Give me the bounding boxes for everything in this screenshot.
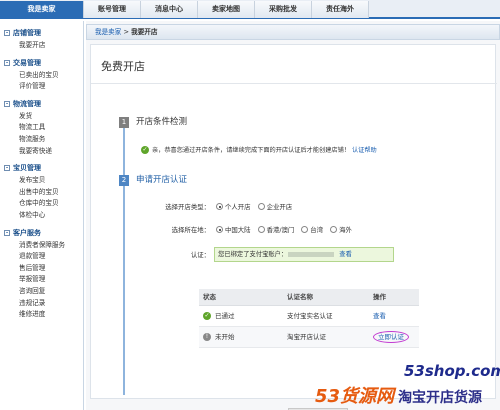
tab-wholesale[interactable]: 采购批发 <box>255 1 312 18</box>
step-1-title: 开店条件检测 <box>136 117 188 127</box>
breadcrumb: 我是卖家 > 我要开店 <box>86 24 500 40</box>
sidebar-item-logistics-service[interactable]: 物流服务 <box>0 134 83 146</box>
top-nav: 我是卖家 账号管理 消息中心 卖家地图 采购批发 责任海外 <box>0 0 500 19</box>
radio-mainland[interactable] <box>216 226 223 233</box>
tab-overseas[interactable]: 责任海外 <box>312 1 369 18</box>
sidebar-section-title[interactable]: - 店铺管理 <box>4 27 83 39</box>
shop-type-row: 选择开店类型： 个人开店 企业开店 <box>131 202 296 211</box>
option-taiwan[interactable]: 台湾 <box>310 225 323 234</box>
page-title: 免费开店 <box>101 60 145 73</box>
sidebar-section-shop: - 店铺管理 我要开店 <box>0 27 83 52</box>
sidebar-section-items: - 宝贝管理 发布宝贝 出售中的宝贝 仓库中的宝贝 体检中心 <box>0 162 83 221</box>
sidebar-section-title[interactable]: - 交易管理 <box>4 57 83 69</box>
step-1-number: 1 <box>119 117 129 128</box>
collapse-icon[interactable]: - <box>4 165 10 172</box>
tab-account[interactable]: 账号管理 <box>84 1 141 18</box>
sidebar: - 店铺管理 我要开店 - 交易管理 已卖出的宝贝 评价管理 - 物流管理 发货 物流… <box>0 21 84 410</box>
tab-seller-map[interactable]: 卖家地图 <box>198 1 255 18</box>
option-mainland[interactable]: 中国大陆 <box>225 225 251 234</box>
sidebar-item-repair[interactable]: 维修进度 <box>0 309 83 321</box>
status-passed: 已通过 <box>215 311 235 320</box>
auth-name: 淘宝开店认证 <box>287 333 326 341</box>
sidebar-item-logistics-tools[interactable]: 物流工具 <box>0 122 83 134</box>
check-icon: ✓ <box>203 312 211 320</box>
sidebar-item-aftersale[interactable]: 售后管理 <box>0 263 83 275</box>
status-not-started: 未开始 <box>215 332 235 341</box>
main-content: 我是卖家 > 我要开店 免费开店 1 开店条件检测 ✓ 亲，恭喜您通过开店条件，… <box>86 21 500 410</box>
auth-table: 状态 认证名称 操作 ✓ 已通过 支付宝实名认证 查看 ! 未开始 淘宝开店认证 立… <box>199 289 419 348</box>
sidebar-item-inquiries[interactable]: 咨询回复 <box>0 286 83 298</box>
sidebar-section-trade: - 交易管理 已卖出的宝贝 评价管理 <box>0 57 83 93</box>
auth-name: 支付宝实名认证 <box>287 312 333 320</box>
watermark-brand: 53货源网 淘宝开店货源 <box>315 386 483 407</box>
collapse-icon[interactable]: - <box>4 59 10 66</box>
option-hk-macau[interactable]: 香港/澳门 <box>267 225 295 234</box>
steps-timeline <box>123 117 125 395</box>
alipay-bound-notice: 您已绑定了支付宝账户： 查看 <box>214 247 394 262</box>
sidebar-section-logistics: - 物流管理 发货 物流工具 物流服务 我要寄快递 <box>0 98 83 157</box>
radio-taiwan[interactable] <box>301 226 309 233</box>
condition-ok-message: ✓ 亲，恭喜您通过开店条件，请继续完成下面的开店认证后才能创建店铺！ 认证帮助 <box>141 145 377 154</box>
location-row: 选择所在地： 中国大陆 香港/澳门 台湾 海外 <box>131 225 356 234</box>
option-overseas[interactable]: 海外 <box>339 225 352 234</box>
auth-row: 认证： <box>131 250 213 259</box>
table-row: ✓ 已通过 支付宝实名认证 查看 <box>199 306 419 327</box>
sidebar-section-service: - 客户服务 消费者保障服务 退款管理 售后管理 举报管理 咨询回复 违规记录 维… <box>0 227 83 321</box>
collapse-icon[interactable]: - <box>4 30 10 36</box>
masked-account <box>288 251 335 257</box>
breadcrumb-link-seller[interactable]: 我是卖家 <box>95 28 121 36</box>
open-shop-panel: 免费开店 1 开店条件检测 ✓ 亲，恭喜您通过开店条件，请继续完成下面的开店认证… <box>90 44 497 410</box>
check-icon: ✓ <box>141 145 149 154</box>
view-link[interactable]: 查看 <box>373 312 386 320</box>
sidebar-item-sold[interactable]: 已卖出的宝贝 <box>0 70 83 82</box>
collapse-icon[interactable]: - <box>4 100 10 107</box>
sidebar-item-publish[interactable]: 发布宝贝 <box>0 175 83 187</box>
sidebar-item-on-sale[interactable]: 出售中的宝贝 <box>0 187 83 199</box>
tab-seller[interactable]: 我是卖家 <box>0 1 84 18</box>
sidebar-item-checkup[interactable]: 体检中心 <box>0 210 83 222</box>
breadcrumb-current: 我要开店 <box>131 28 158 36</box>
table-header: 状态 认证名称 操作 <box>199 289 419 306</box>
shop-type-label: 选择开店类型： <box>165 203 210 211</box>
option-enterprise[interactable]: 企业开店 <box>267 202 293 211</box>
sidebar-item-violations[interactable]: 违规记录 <box>0 298 83 310</box>
collapse-icon[interactable]: - <box>4 229 10 236</box>
radio-enterprise[interactable] <box>257 203 265 210</box>
sidebar-section-title[interactable]: - 宝贝管理 <box>4 162 83 174</box>
tab-messages[interactable]: 消息中心 <box>141 1 198 18</box>
radio-personal[interactable] <box>216 203 223 210</box>
watermark-site: 53shop.com <box>404 362 500 380</box>
location-label: 选择所在地： <box>171 226 210 234</box>
sidebar-item-reviews[interactable]: 评价管理 <box>0 81 83 93</box>
sidebar-item-refunds[interactable]: 退款管理 <box>0 251 83 263</box>
auth-label: 认证： <box>190 251 210 259</box>
table-row: ! 未开始 淘宝开店认证 立即认证 <box>199 327 419 348</box>
step-2-number: 2 <box>119 175 129 186</box>
view-alipay-link[interactable]: 查看 <box>339 251 352 258</box>
sidebar-item-open-shop[interactable]: 我要开店 <box>0 40 83 52</box>
sidebar-section-title[interactable]: - 物流管理 <box>4 98 83 110</box>
sidebar-section-title[interactable]: - 客户服务 <box>4 227 83 239</box>
sidebar-item-express[interactable]: 我要寄快递 <box>0 146 83 158</box>
verify-now-link[interactable]: 立即认证 <box>373 331 409 343</box>
breadcrumb-separator: > <box>123 28 130 36</box>
auth-help-link[interactable]: 认证帮助 <box>352 145 377 154</box>
sidebar-item-warehouse[interactable]: 仓库中的宝贝 <box>0 198 83 210</box>
radio-overseas[interactable] <box>330 226 338 233</box>
info-icon: ! <box>203 333 211 341</box>
sidebar-item-ship[interactable]: 发货 <box>0 111 83 123</box>
sidebar-item-reports[interactable]: 举报管理 <box>0 274 83 286</box>
divider <box>91 83 497 84</box>
option-personal[interactable]: 个人开店 <box>225 202 251 211</box>
sidebar-item-protection[interactable]: 消费者保障服务 <box>0 240 83 252</box>
step-2-title: 申请开店认证 <box>136 175 188 185</box>
radio-hk-macau[interactable] <box>257 226 265 233</box>
